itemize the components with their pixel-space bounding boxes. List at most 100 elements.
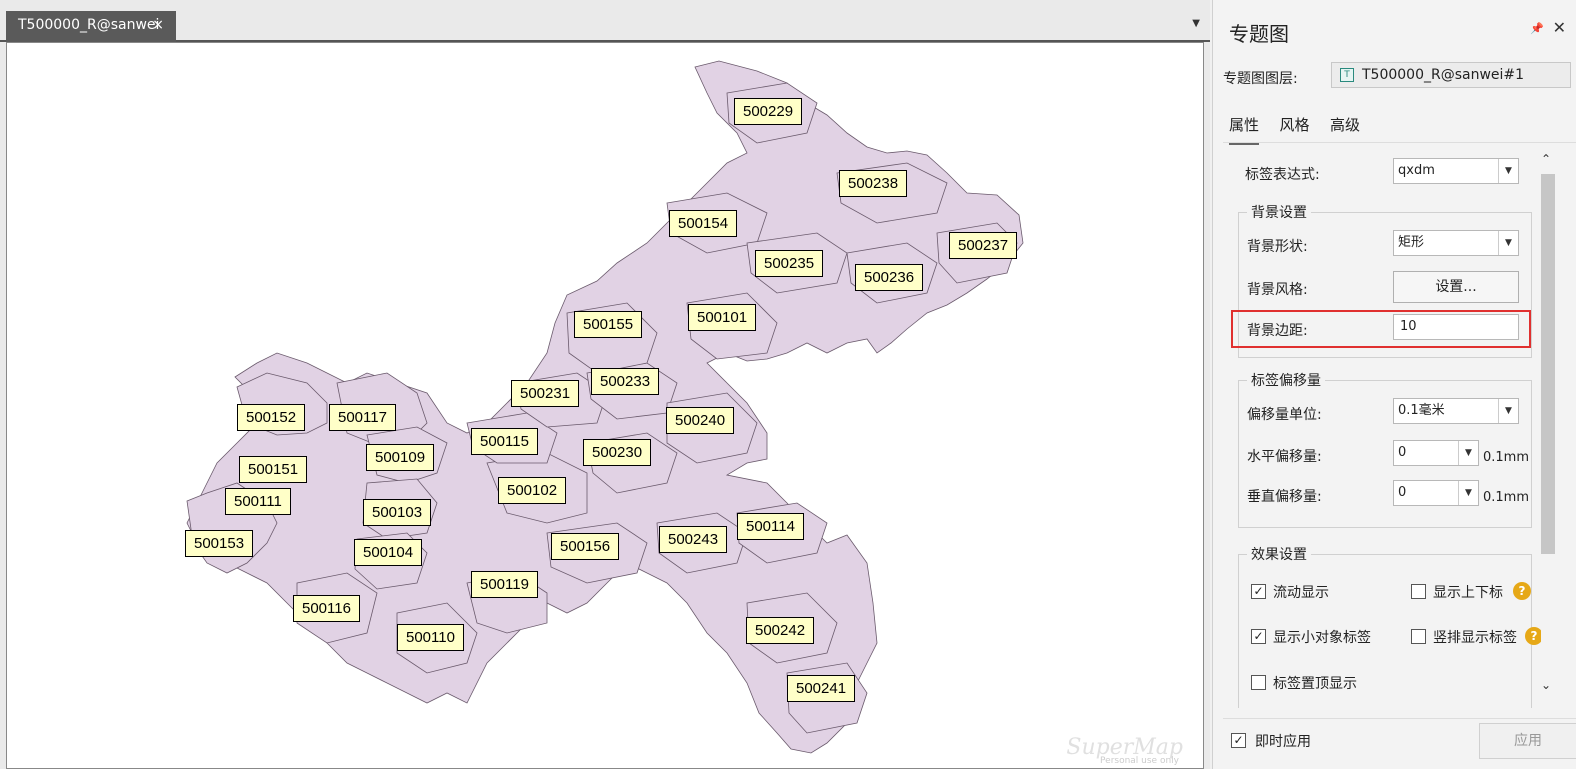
map-window: T500000_R@sanwei × ▼ 500229 500238 500154 5… [0, 0, 1210, 769]
chevron-down-icon[interactable]: ▼ [1498, 231, 1518, 255]
bg-style-label: 背景风格: [1247, 282, 1308, 298]
panel-footer: ✓ 即时应用 应用 [1223, 718, 1576, 769]
v-offset-unit: 0.1mm [1483, 490, 1530, 505]
region-label[interactable]: 500101 [688, 304, 757, 331]
h-offset-unit: 0.1mm [1483, 450, 1530, 465]
bg-settings-title: 背景设置 [1247, 202, 1311, 222]
layer-field[interactable]: T T500000_R@sanwei#1 [1331, 62, 1571, 88]
chevron-down-icon[interactable]: ▼ [1498, 159, 1518, 183]
top-label: 标签置顶显示 [1273, 676, 1357, 692]
region-label[interactable]: 500103 [363, 499, 432, 526]
region-label[interactable]: 500242 [746, 617, 815, 644]
label-expr-value: qxdm [1398, 163, 1435, 178]
region-label[interactable]: 500238 [839, 170, 908, 197]
region-label[interactable]: 500111 [225, 488, 291, 515]
flow-checkbox[interactable]: ✓ [1251, 584, 1266, 599]
chevron-down-icon[interactable]: ▼ [1458, 481, 1478, 505]
region-label[interactable]: 500102 [498, 477, 567, 504]
region-label[interactable]: 500110 [397, 624, 464, 651]
help-icon[interactable]: ? [1513, 582, 1531, 600]
watermark-sub: Personal use only [1100, 756, 1179, 766]
region-label[interactable]: 500109 [366, 444, 435, 471]
bg-style-button[interactable]: 设置... [1393, 271, 1519, 303]
v-offset-value: 0 [1398, 485, 1407, 500]
map-canvas[interactable]: 500229 500238 500154 500237 500235 500236 5001… [6, 42, 1204, 769]
offset-unit-value: 0.1毫米 [1398, 403, 1445, 418]
vertical-label-checkbox[interactable] [1411, 629, 1426, 644]
label-expr-label: 标签表达式: [1245, 167, 1320, 183]
scroll-up-icon[interactable]: ⌃ [1541, 152, 1551, 166]
region-label[interactable]: 500119 [471, 571, 538, 598]
panel-scrollbar[interactable]: ⌃ ⌄ [1537, 152, 1557, 702]
panel-tabs: 属性 风格 高级 [1229, 114, 1376, 145]
instant-apply-label: 即时应用 [1255, 734, 1311, 750]
region-label[interactable]: 500240 [666, 407, 735, 434]
tab-map-document[interactable]: T500000_R@sanwei × [6, 11, 176, 42]
layer-label: 专题图图层: [1223, 71, 1298, 87]
properties-pane: 标签表达式: qxdm ▼ 背景设置 背景形状: 矩形 ▼ 背景风格: 设置..… [1223, 148, 1541, 708]
h-offset-value: 0 [1398, 445, 1407, 460]
flow-label: 流动显示 [1273, 585, 1329, 601]
region-label[interactable]: 500116 [293, 595, 360, 622]
bg-margin-input[interactable]: 10 [1393, 314, 1519, 340]
small-obj-label: 显示小对象标签 [1273, 630, 1371, 646]
v-offset-input[interactable]: 0 ▼ [1393, 480, 1479, 506]
region-label[interactable]: 500229 [734, 98, 803, 125]
v-offset-label: 垂直偏移量: [1247, 489, 1322, 505]
h-offset-label: 水平偏移量: [1247, 449, 1322, 465]
layer-icon: T [1340, 68, 1354, 82]
close-icon[interactable]: × [152, 11, 164, 40]
document-tabbar: T500000_R@sanwei × ▼ [0, 8, 1210, 42]
subsup-checkbox[interactable] [1411, 584, 1426, 599]
subsup-label: 显示上下标 [1433, 585, 1503, 601]
region-label[interactable]: 500235 [755, 250, 824, 277]
instant-apply-checkbox[interactable]: ✓ [1231, 733, 1246, 748]
thematic-map-panel: 专题图 📌 ✕ 专题图图层: T T500000_R@sanwei#1 属性 风… [1212, 0, 1576, 769]
bg-margin-label: 背景边距: [1247, 323, 1308, 339]
region-label[interactable]: 500154 [669, 210, 738, 237]
tab-style[interactable]: 风格 [1279, 114, 1309, 135]
small-obj-checkbox[interactable]: ✓ [1251, 629, 1266, 644]
scroll-thumb[interactable] [1541, 174, 1555, 554]
region-label[interactable]: 500117 [329, 404, 396, 431]
region-label[interactable]: 500104 [354, 539, 423, 566]
apply-button[interactable]: 应用 [1479, 723, 1576, 759]
bg-shape-select[interactable]: 矩形 ▼ [1393, 230, 1519, 256]
region-label[interactable]: 500241 [787, 675, 856, 702]
offset-unit-select[interactable]: 0.1毫米 ▼ [1393, 398, 1519, 424]
offset-unit-label: 偏移量单位: [1247, 407, 1322, 423]
bg-shape-value: 矩形 [1398, 235, 1425, 250]
region-map [186, 60, 1024, 754]
region-label[interactable]: 500114 [737, 513, 804, 540]
pin-icon[interactable]: 📌 [1530, 22, 1544, 35]
tab-properties[interactable]: 属性 [1229, 114, 1260, 145]
region-label[interactable]: 500236 [855, 264, 924, 291]
tab-advanced[interactable]: 高级 [1330, 114, 1360, 135]
region-label[interactable]: 500156 [551, 533, 620, 560]
layer-value: T500000_R@sanwei#1 [1362, 67, 1525, 83]
region-label[interactable]: 500151 [239, 456, 308, 483]
effect-title: 效果设置 [1247, 544, 1311, 564]
tab-title: T500000_R@sanwei [18, 17, 160, 33]
region-label[interactable]: 500233 [591, 368, 660, 395]
region-label[interactable]: 500152 [237, 404, 306, 431]
vertical-label-label: 竖排显示标签 [1433, 630, 1517, 646]
chevron-down-icon[interactable]: ▼ [1498, 399, 1518, 423]
chevron-down-icon[interactable]: ▼ [1458, 441, 1478, 465]
scroll-down-icon[interactable]: ⌄ [1541, 678, 1551, 692]
h-offset-input[interactable]: 0 ▼ [1393, 440, 1479, 466]
region-label[interactable]: 500153 [185, 530, 254, 557]
region-label[interactable]: 500230 [583, 439, 652, 466]
panel-title: 专题图 [1229, 22, 1289, 46]
region-label[interactable]: 500243 [659, 526, 728, 553]
close-icon[interactable]: ✕ [1553, 18, 1566, 37]
region-label[interactable]: 500231 [511, 380, 580, 407]
label-expr-select[interactable]: qxdm ▼ [1393, 158, 1519, 184]
region-label[interactable]: 500237 [949, 232, 1018, 259]
chevron-down-icon[interactable]: ▼ [1192, 18, 1200, 29]
top-checkbox[interactable] [1251, 675, 1266, 690]
offset-title: 标签偏移量 [1247, 370, 1325, 390]
region-label[interactable]: 500155 [574, 311, 643, 338]
tab-divider [1223, 142, 1576, 143]
region-label[interactable]: 500115 [471, 428, 538, 455]
